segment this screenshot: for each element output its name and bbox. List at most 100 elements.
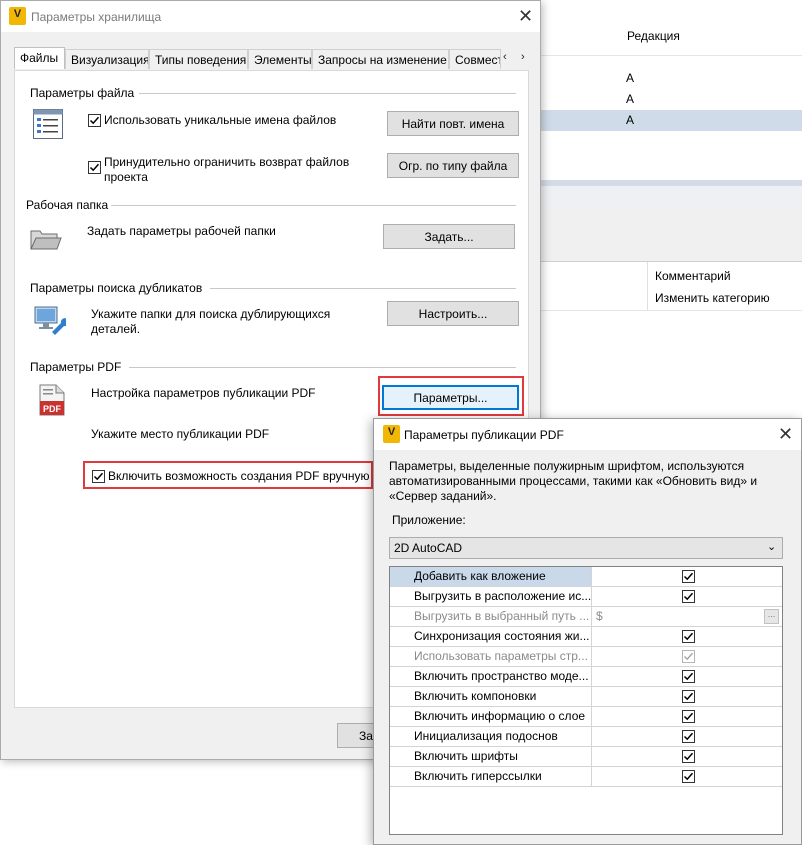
enable-manual-pdf-label: Включить возможность создания PDF вручну…	[108, 469, 370, 483]
table-row-selected[interactable]: A	[540, 110, 802, 131]
bg-list-comment[interactable]: Комментарий	[655, 269, 731, 283]
setting-checkbox[interactable]	[682, 730, 695, 743]
monitor-wrench-icon	[34, 306, 69, 336]
table-row[interactable]: Инициализация подоснов	[390, 727, 782, 747]
pdf-settings-grid: Добавить как вложение Выгрузить в распол…	[389, 566, 783, 835]
bg-column-divider	[647, 262, 648, 310]
svg-text:PDF: PDF	[43, 404, 62, 414]
setting-name: Включить шрифты	[390, 747, 592, 766]
close-icon[interactable]: ✕	[778, 425, 793, 443]
section-title-work-folder: Рабочая папка	[26, 198, 109, 212]
bg-table-header: Редакция	[540, 0, 802, 56]
table-row[interactable]: Включить шрифты	[390, 747, 782, 767]
path-value: $	[596, 609, 603, 623]
setting-checkbox[interactable]	[682, 750, 695, 763]
unique-names-label: Использовать уникальные имена файлов	[104, 113, 337, 127]
bg-row-revision: A	[626, 92, 635, 106]
section-divider	[111, 205, 516, 206]
tab-collaboration[interactable]: Совмест	[449, 49, 501, 69]
duplicates-label-line2: деталей.	[91, 322, 141, 336]
setting-name: Выгрузить в выбранный путь ...	[390, 607, 592, 626]
tab-change-orders[interactable]: Запросы на изменение	[312, 49, 449, 69]
chevron-down-icon: ⌄	[767, 541, 777, 553]
unique-names-checkbox[interactable]	[88, 114, 101, 127]
table-row[interactable]: A	[540, 89, 802, 110]
pdf-dialog-title: Параметры публикации PDF	[404, 428, 564, 442]
table-row[interactable]: A	[540, 68, 802, 89]
table-row[interactable]: Включить гиперссылки	[390, 767, 782, 787]
setting-name: Включить информацию о слое	[390, 707, 592, 726]
setting-checkbox[interactable]	[682, 690, 695, 703]
find-duplicate-names-button[interactable]: Найти повт. имена	[387, 111, 519, 136]
tab-scroll-right-icon[interactable]: ›	[521, 51, 525, 63]
description-line2: автоматизированными процессами, такими к…	[389, 474, 758, 488]
pdf-publish-label: Настройка параметров публикации PDF	[91, 386, 316, 400]
work-folder-label: Задать параметры рабочей папки	[87, 224, 276, 238]
bg-list-change-category[interactable]: Изменить категорию	[655, 291, 770, 305]
configure-duplicates-button[interactable]: Настроить...	[387, 301, 519, 326]
browse-button[interactable]: ...	[764, 609, 779, 624]
pdf-dialog-titlebar: V Параметры публикации PDF ✕	[374, 419, 801, 450]
pdf-parameters-button[interactable]: Параметры...	[382, 385, 519, 410]
pdf-file-icon: PDF	[39, 384, 65, 416]
table-row[interactable]: Включить компоновки	[390, 687, 782, 707]
setting-name: Включить пространство моде...	[390, 667, 592, 686]
list-settings-icon	[33, 109, 63, 139]
setting-checkbox	[682, 650, 695, 663]
restrict-checkin-label-line1: Принудительно ограничить возврат файлов	[104, 155, 350, 169]
pdf-location-label: Укажите место публикации PDF	[91, 427, 270, 441]
restrict-checkin-label-line2: проекта	[104, 170, 148, 184]
setting-checkbox[interactable]	[682, 570, 695, 583]
table-row[interactable]: Добавить как вложение	[390, 567, 782, 587]
close-icon[interactable]: ✕	[518, 7, 533, 25]
application-select[interactable]: 2D AutoCAD ⌄	[389, 537, 783, 559]
bg-context-list: Комментарий Изменить категорию	[540, 262, 802, 311]
restrict-checkin-checkbox[interactable]	[88, 161, 101, 174]
enable-manual-pdf-checkbox[interactable]	[92, 470, 105, 483]
setting-checkbox[interactable]	[682, 670, 695, 683]
setting-name: Включить гиперссылки	[390, 767, 592, 786]
section-title-pdf: Параметры PDF	[30, 360, 122, 374]
bg-toolbar	[540, 186, 802, 206]
section-title-duplicate-search: Параметры поиска дубликатов	[30, 281, 203, 295]
table-row[interactable]: Синхронизация состояния жи...	[390, 627, 782, 647]
tab-behaviors[interactable]: Типы поведения	[149, 49, 248, 69]
restrict-by-file-type-button[interactable]: Огр. по типу файла	[387, 153, 519, 178]
setting-checkbox[interactable]	[682, 590, 695, 603]
app-icon: V	[9, 7, 26, 25]
application-select-value: 2D AutoCAD	[394, 541, 463, 555]
pdf-publish-settings-dialog: V Параметры публикации PDF ✕ Параметры, …	[373, 418, 802, 845]
setting-name: Синхронизация состояния жи...	[390, 627, 592, 646]
bg-row-revision: A	[626, 71, 635, 85]
bg-row-revision: A	[626, 113, 635, 127]
setting-name: Включить компоновки	[390, 687, 592, 706]
application-label: Приложение:	[392, 513, 466, 527]
tab-files[interactable]: Файлы	[14, 47, 65, 69]
table-row[interactable]: Включить информацию о слое	[390, 707, 782, 727]
setting-checkbox[interactable]	[682, 630, 695, 643]
app-icon: V	[383, 425, 400, 443]
duplicates-label-line1: Укажите папки для поиска дублирующихся	[91, 307, 331, 321]
tab-items[interactable]: Элементы	[248, 49, 312, 69]
table-row[interactable]: Включить пространство моде...	[390, 667, 782, 687]
tab-visualization[interactable]: Визуализация	[65, 49, 149, 69]
setting-name: Использовать параметры стр...	[390, 647, 592, 666]
setting-name: Добавить как вложение	[390, 567, 592, 586]
table-row[interactable]: Выгрузить в расположение ис...	[390, 587, 782, 607]
setting-checkbox[interactable]	[682, 770, 695, 783]
tab-scroll-left-icon[interactable]: ‹	[503, 51, 507, 63]
setting-name: Выгрузить в расположение ис...	[390, 587, 592, 606]
table-row[interactable]: Использовать параметры стр...	[390, 647, 782, 667]
description-line3: «Сервер заданий».	[389, 489, 497, 503]
setting-checkbox[interactable]	[682, 710, 695, 723]
dialog-title: Параметры хранилища	[31, 10, 162, 24]
setting-name: Инициализация подоснов	[390, 727, 592, 746]
section-title-file-params: Параметры файла	[30, 86, 135, 100]
description-line1: Параметры, выделенные полужирным шрифтом…	[389, 459, 745, 473]
set-work-folder-button[interactable]: Задать...	[383, 224, 515, 249]
bg-panel	[540, 206, 802, 262]
section-divider	[139, 93, 516, 94]
tab-strip: Файлы Визуализация Типы поведения Элемен…	[14, 47, 514, 70]
table-row[interactable]: Выгрузить в выбранный путь ... $ ...	[390, 607, 782, 627]
bg-header-revision[interactable]: Редакция	[627, 29, 680, 43]
